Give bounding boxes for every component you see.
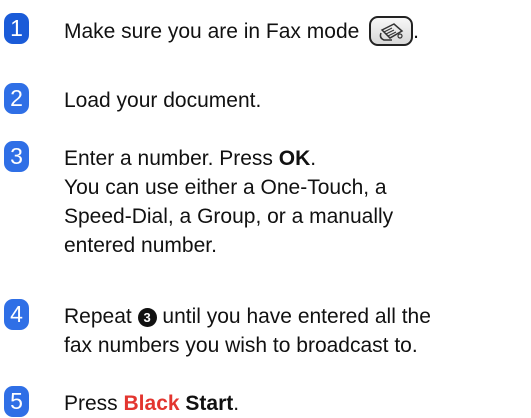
step-line: Speed-Dial, a Group, or a manually [64, 205, 394, 228]
step-line: entered number. [64, 234, 217, 257]
step-text-part: . [413, 20, 419, 43]
step-line: Repeat 3 until you have entered all the [64, 302, 531, 331]
start-key-label: Start [185, 392, 234, 415]
step-line: Enter a number. Press OK. [64, 144, 531, 173]
black-key-label: Black [123, 392, 180, 415]
step-number-badge: 1 [4, 13, 29, 44]
step-text: Repeat 3 until you have entered all the … [64, 302, 531, 360]
step-text: Load your document. [64, 89, 262, 112]
fax-mode-button-icon [369, 16, 414, 46]
step-reference-badge: 3 [137, 308, 157, 327]
step-text-part: Repeat [64, 305, 138, 328]
step-text: Press Black Start. [64, 389, 531, 418]
step-text: Enter a number. Press OK. You can use ei… [64, 144, 531, 260]
step-number-badge: 2 [4, 83, 29, 114]
step-text-part: . [233, 392, 240, 415]
step-text-part: until you have entered all the [156, 305, 431, 328]
step-text-part: Enter a number. Press [64, 147, 279, 170]
step-line: You can use either a One-Touch, a [64, 176, 387, 199]
step-number-badge: 5 [4, 386, 29, 417]
step-number-badge: 4 [4, 299, 29, 330]
step-line: fax numbers you wish to broadcast to. [64, 334, 418, 357]
step-text-part: Press [64, 392, 124, 415]
step-text: Make sure you are in Fax mode . [64, 16, 531, 46]
step-text-part: Make sure you are in Fax mode [64, 20, 366, 43]
step-text-part: . [310, 147, 317, 170]
ok-key-label: OK [278, 147, 311, 170]
step-number-badge: 3 [4, 141, 29, 172]
